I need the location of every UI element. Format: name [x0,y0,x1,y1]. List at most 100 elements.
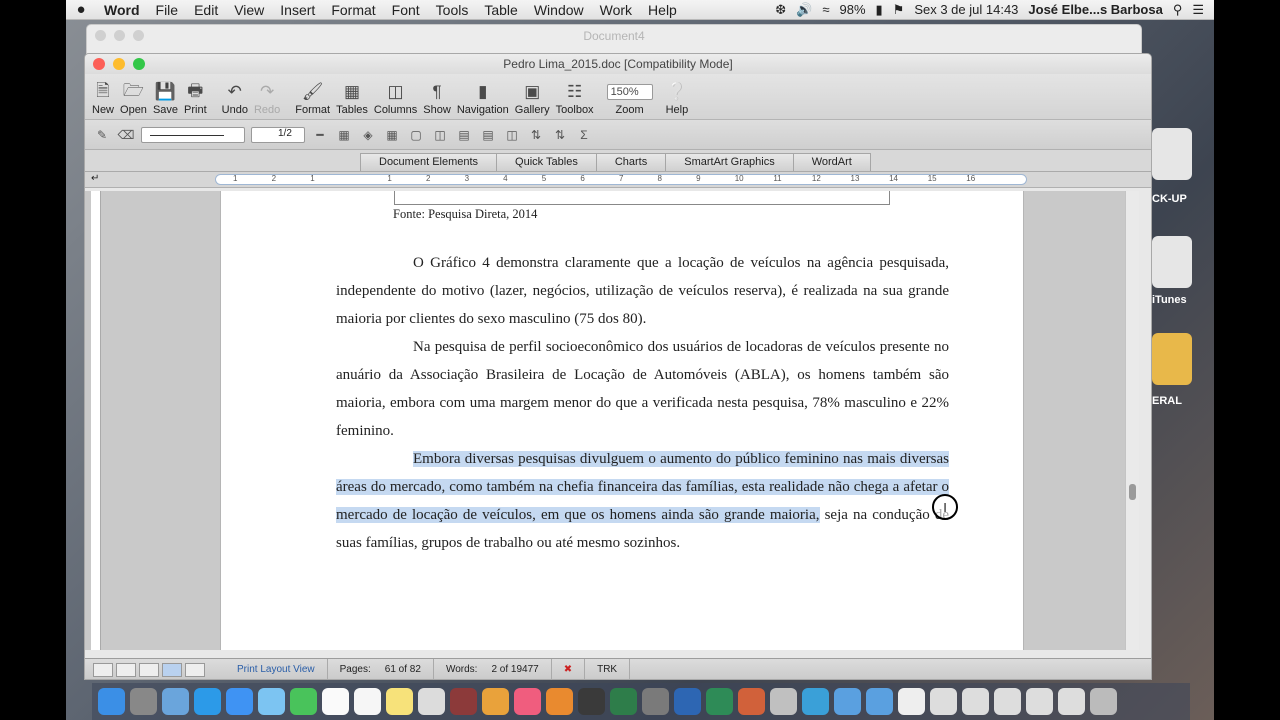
eraser-icon[interactable]: ⌫ [117,127,135,143]
facetime-icon[interactable] [290,688,317,715]
word-icon[interactable] [674,688,701,715]
script-icon[interactable]: ❆ [775,2,786,18]
undo-button[interactable]: ↶ Undo [222,80,248,119]
menu-view[interactable]: View [226,2,272,18]
itunes-icon[interactable] [1152,236,1192,288]
contacts-icon[interactable] [418,688,445,715]
line-weight-select[interactable]: 1/2 [251,126,305,143]
calendar-icon[interactable] [322,688,349,715]
window-thumbnail-icon[interactable] [930,688,957,715]
spelling-status-icon[interactable]: ✖ [552,658,586,679]
zoom-control[interactable]: 150% Zoom [606,80,653,119]
menu-word[interactable]: Word [96,2,148,18]
tab-smartart-graphics[interactable]: SmartArt Graphics [665,153,794,171]
tab-wordart[interactable]: WordArt [792,153,871,171]
clock[interactable]: Sex 3 de jul 14:43 [914,2,1018,17]
system-preferences-icon[interactable] [642,688,669,715]
border-color-icon[interactable]: ━ [311,127,329,143]
menu-file[interactable]: File [148,2,187,18]
show-button[interactable]: ¶ Show [423,80,451,119]
zoom-select[interactable]: 150% [606,84,653,100]
timemachine-icon[interactable] [1152,128,1192,180]
launchpad-icon[interactable] [130,688,157,715]
menu-edit[interactable]: Edit [186,2,226,18]
volume-icon[interactable]: 🔊 [796,2,812,18]
ibooks-icon[interactable] [546,688,573,715]
notebook-view-icon[interactable] [185,662,205,677]
spotlight-icon[interactable]: ⚲ [1173,2,1183,18]
apple-menu-icon[interactable]: ● [66,1,96,18]
photos-icon[interactable] [482,688,509,715]
timemachine-dock-icon[interactable] [610,688,637,715]
publishing-view-icon[interactable] [139,662,159,677]
gallery-button[interactable]: ▣ Gallery [515,80,550,119]
garageband-icon[interactable] [578,688,605,715]
safari-icon[interactable] [194,688,221,715]
tab-document-elements[interactable]: Document Elements [360,153,498,171]
photobooth-icon[interactable] [450,688,477,715]
sort-descending-icon[interactable]: ⇅ [551,127,569,143]
format-button[interactable]: 🖌 Format [295,80,330,119]
tables-button[interactable]: ▦ Tables [336,80,368,119]
paragraph[interactable]: Na pesquisa de perfil socioeconômico dos… [336,333,949,445]
menu-insert[interactable]: Insert [272,2,323,18]
paragraph[interactable]: Embora diversas pesquisas divulguem o au… [336,445,949,557]
document-body[interactable]: O Gráfico 4 demonstra claramente que a l… [336,249,949,557]
toolbox-button[interactable]: ☷ Toolbox [556,80,594,119]
quicktime-icon[interactable] [802,688,829,715]
shading-icon[interactable]: ◈ [359,127,377,143]
itunes-dock-icon[interactable] [514,688,541,715]
autosum-icon[interactable]: Σ [575,127,593,143]
align-icon[interactable]: ▤ [455,127,473,143]
tab-stop-icon[interactable]: ↵ [91,173,99,184]
menu-help[interactable]: Help [640,2,685,18]
vertical-ruler[interactable] [91,191,101,650]
horizontal-ruler[interactable]: ↵ 1 2 1 1 2 3 4 5 6 7 8 9 10 11 12 13 14 15 16 [85,172,1151,188]
help-button[interactable]: ❔ Help [666,80,689,119]
window-thumbnail-icon[interactable] [962,688,989,715]
tab-quick-tables[interactable]: Quick Tables [496,153,597,171]
outline-view-icon[interactable] [116,662,136,677]
track-changes[interactable]: TRK [585,658,631,679]
documents-folder-icon[interactable] [866,688,893,715]
window-thumbnail-icon[interactable] [1058,688,1085,715]
menu-tools[interactable]: Tools [428,2,477,18]
battery-percent[interactable]: 98% [839,2,865,17]
word-count[interactable]: Words: 2 of 19477 [434,658,552,679]
folder-icon[interactable] [834,688,861,715]
tab-charts[interactable]: Charts [595,153,667,171]
new-button[interactable]: 🗎 New [92,80,114,119]
distribute-columns-icon[interactable]: ◫ [503,127,521,143]
notes-icon[interactable] [354,688,381,715]
insert-table-icon[interactable]: ▦ [383,127,401,143]
finder-icon[interactable] [98,688,125,715]
messages-icon[interactable] [258,688,285,715]
folder-icon[interactable] [1152,333,1192,385]
navigation-button[interactable]: ▮ Navigation [457,80,509,119]
paragraph[interactable]: O Gráfico 4 demonstra claramente que a l… [336,249,949,333]
draft-view-icon[interactable] [93,662,113,677]
save-button[interactable]: 💾 Save [153,80,178,119]
page-count[interactable]: Pages: 61 of 82 [328,658,434,679]
preview-icon[interactable] [162,688,189,715]
document-icon[interactable] [898,688,925,715]
menu-window[interactable]: Window [526,2,592,18]
borders-icon[interactable]: ▦ [335,127,353,143]
excel-icon[interactable] [706,688,733,715]
notifications-icon[interactable]: ☰ [1192,2,1204,18]
background-window[interactable]: Document4 [86,24,1142,54]
redo-button[interactable]: ↷ Redo [254,80,280,119]
window-thumbnail-icon[interactable] [1026,688,1053,715]
merge-cells-icon[interactable]: ▢ [407,127,425,143]
appstore-icon[interactable] [226,688,253,715]
powerpoint-icon[interactable] [738,688,765,715]
wifi-icon[interactable]: ≈ [822,2,829,17]
document-page[interactable]: Fonte: Pesquisa Direta, 2014 O Gráfico 4… [220,191,1024,650]
draw-table-icon[interactable]: ✎ [93,127,111,143]
document-area[interactable]: Fonte: Pesquisa Direta, 2014 O Gráfico 4… [85,191,1139,650]
sort-ascending-icon[interactable]: ⇅ [527,127,545,143]
menu-work[interactable]: Work [592,2,640,18]
window-thumbnail-icon[interactable] [994,688,1021,715]
title-bar[interactable]: Pedro Lima_2015.doc [Compatibility Mode] [85,54,1151,74]
scanner-icon[interactable] [770,688,797,715]
